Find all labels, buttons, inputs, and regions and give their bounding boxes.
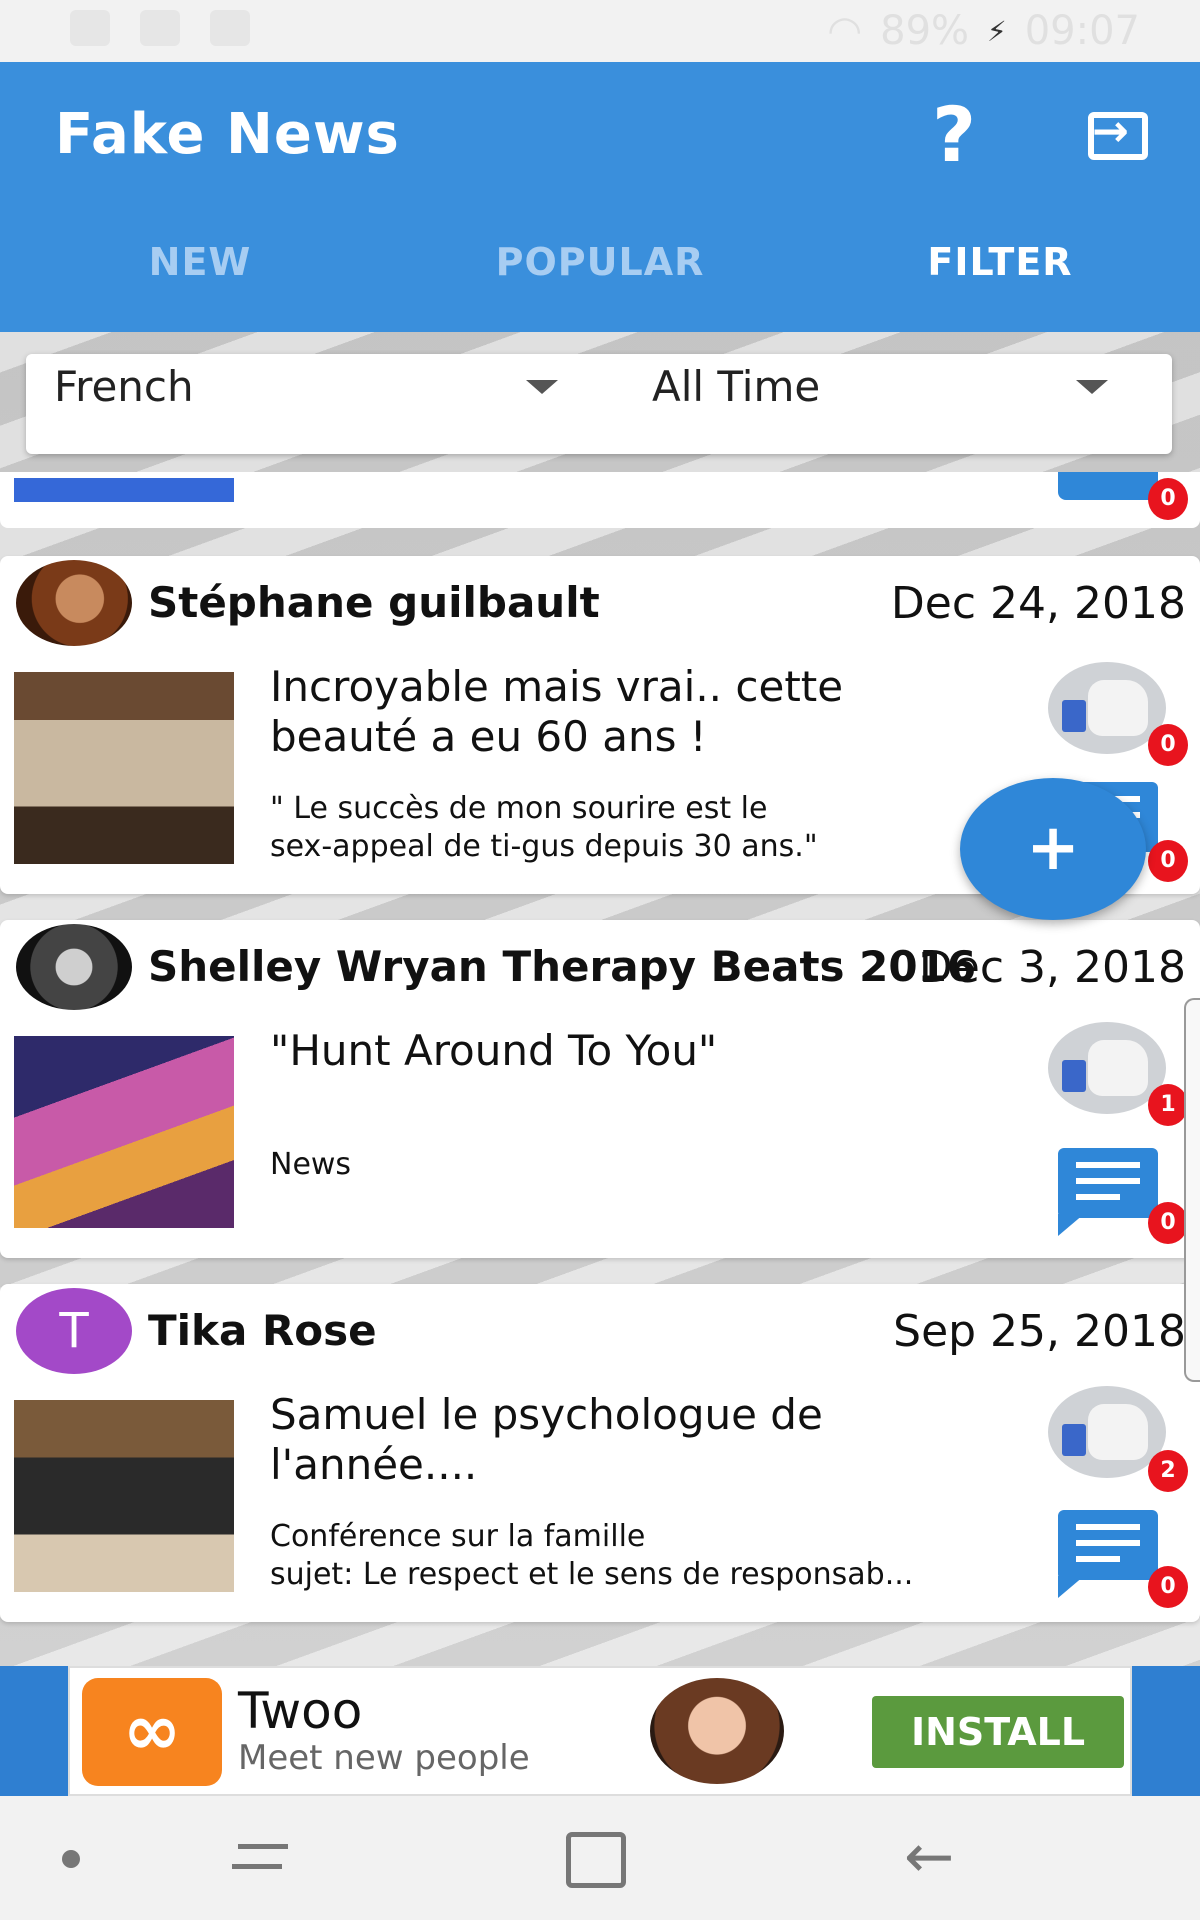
post-card[interactable]: Shelley Wryan Therapy Beats 2016 Dec 3, … — [0, 920, 1200, 1258]
tab-filter[interactable]: FILTER — [800, 232, 1200, 332]
comment-icon[interactable] — [1058, 1148, 1158, 1236]
chevron-down-icon[interactable] — [526, 380, 558, 394]
post-author[interactable]: Shelley Wryan Therapy Beats 2016 — [148, 942, 976, 991]
post-author[interactable]: Tika Rose — [148, 1306, 377, 1355]
logout-icon[interactable] — [1088, 106, 1148, 160]
post-card[interactable]: T Tika Rose Sep 25, 2018 Samuel le psych… — [0, 1284, 1200, 1622]
home-icon[interactable] — [566, 1832, 626, 1888]
period-select[interactable]: All Time — [652, 362, 820, 411]
like-count-badge: 0 — [1148, 724, 1188, 766]
like-count-badge: 1 — [1148, 1084, 1188, 1126]
post-author[interactable]: Stéphane guilbault — [148, 578, 600, 627]
back-icon[interactable]: ← — [904, 1822, 954, 1892]
twoo-logo-icon[interactable]: ∞ — [82, 1678, 222, 1786]
comment-count-badge: 0 — [1148, 1566, 1188, 1608]
ad-banner[interactable]: ∞ Twoo Meet new people INSTALL — [68, 1666, 1132, 1796]
comment-count-badge: 0 — [1148, 840, 1188, 882]
mail-icon — [70, 10, 110, 46]
wifi-icon: ◠ — [827, 8, 863, 54]
comment-count-badge: 0 — [1148, 1202, 1188, 1244]
tab-popular[interactable]: POPULAR — [400, 232, 800, 332]
comment-icon[interactable] — [1058, 1510, 1158, 1598]
avatar[interactable]: T — [16, 1288, 132, 1374]
recent-apps-icon[interactable] — [232, 1834, 288, 1882]
post-date: Dec 3, 2018 — [918, 942, 1186, 993]
post-headline[interactable]: "Hunt Around To You" — [270, 1026, 970, 1076]
ad-tagline: Meet new people — [238, 1738, 530, 1778]
post-summary-line2: sujet: Le respect et le sens de responsa… — [270, 1557, 914, 1592]
language-select[interactable]: French — [54, 362, 194, 411]
filter-bar: French All Time — [26, 354, 1172, 454]
post-thumbnail[interactable] — [14, 672, 234, 864]
battery-percent: 89% — [880, 8, 970, 54]
tab-bar: NEW POPULAR FILTER — [0, 232, 1200, 332]
post-headline[interactable]: Samuel le psychologue de l'année.... — [270, 1390, 970, 1490]
avatar[interactable] — [16, 560, 132, 646]
app-title: Fake News — [55, 102, 400, 167]
like-count-badge: 2 — [1148, 1450, 1188, 1492]
comment-count-badge: 0 — [1148, 478, 1188, 520]
install-button[interactable]: INSTALL — [872, 1696, 1124, 1768]
whatsapp-icon — [210, 10, 250, 46]
comment-icon[interactable] — [1058, 472, 1158, 500]
add-post-button[interactable]: + — [960, 778, 1146, 920]
scrollbar[interactable] — [1184, 998, 1200, 1382]
post-summary-line1: " Le succès de mon sourire est le — [270, 791, 768, 826]
status-bar: ◠ 89% ⚡ 09:07 — [0, 0, 1200, 62]
post-summary-line2: sex-appeal de ti-gus depuis 30 ans." — [270, 829, 818, 864]
nav-dot-icon[interactable] — [62, 1850, 80, 1868]
clock: 09:07 — [1024, 8, 1140, 54]
avatar[interactable] — [16, 924, 132, 1010]
post-tag: News — [270, 1147, 352, 1182]
app-bar: Fake News ? NEW POPULAR FILTER — [0, 62, 1200, 332]
chevron-down-icon[interactable] — [1076, 380, 1108, 394]
post-thumbnail[interactable] — [14, 1036, 234, 1228]
post-date: Sep 25, 2018 — [893, 1306, 1186, 1357]
post-date: Dec 24, 2018 — [890, 578, 1186, 629]
post-thumbnail[interactable] — [14, 1400, 234, 1592]
ad-photo[interactable] — [650, 1678, 784, 1784]
tab-new[interactable]: NEW — [0, 232, 400, 332]
post-thumbnail[interactable] — [14, 478, 234, 502]
help-icon[interactable]: ? — [932, 90, 976, 179]
notification-icon — [140, 10, 180, 46]
charging-icon: ⚡ — [987, 14, 1007, 48]
post-summary-line1: Conférence sur la famille — [270, 1519, 646, 1554]
ad-title[interactable]: Twoo — [238, 1682, 362, 1740]
system-nav-bar: ← — [0, 1796, 1200, 1920]
partial-post-card[interactable]: 0 — [0, 472, 1200, 528]
post-headline[interactable]: Incroyable mais vrai.. cette beauté a eu… — [270, 662, 970, 762]
